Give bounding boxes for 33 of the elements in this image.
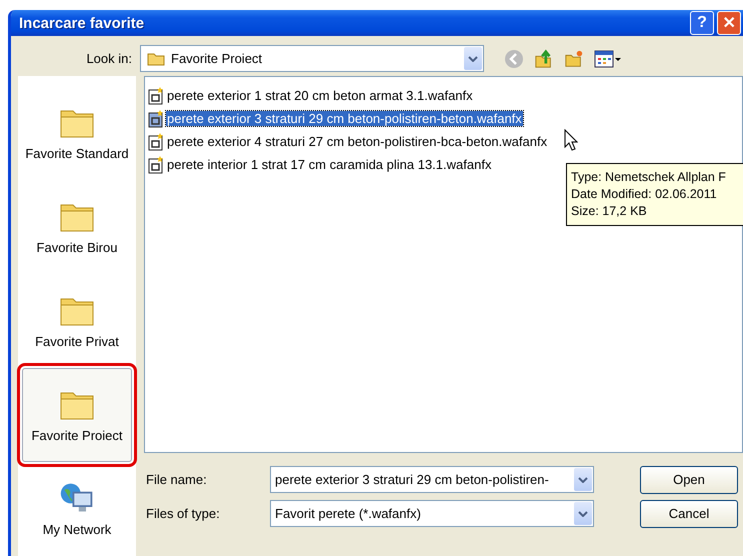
file-type-dropdown[interactable]: Favorit perete (*.wafanfx) [270,500,594,527]
file-icon [148,132,164,150]
cancel-button[interactable]: Cancel [640,500,738,528]
file-icon [148,86,164,104]
tooltip-line: Size: 17,2 KB [571,203,648,220]
places-item[interactable]: My Network [22,462,132,556]
help-button[interactable]: ? [690,11,714,35]
mouse-cursor-icon [564,129,578,151]
look-in-dropdown[interactable]: Favorite Proiect [140,45,484,72]
file-icon [148,156,164,174]
places-item[interactable]: Favorite Standard [22,86,132,180]
new-folder-icon[interactable] [564,48,584,68]
file-name-label: File name: [145,472,208,487]
file-item[interactable]: perete interior 1 strat 17 cm caramida plina 13.1.wafanfx [166,157,492,172]
folder-icon [147,52,165,66]
file-item[interactable]: perete exterior 3 straturi 29 cm beton-polistiren-beton.wafanfx [166,111,523,126]
file-icon [148,110,164,128]
places-item[interactable]: Favorite Privat [22,274,132,368]
file-name-field[interactable]: perete exterior 3 straturi 29 cm beton-polistiren- [270,466,594,493]
network-computer-icon [59,480,95,514]
file-item[interactable]: perete exterior 4 straturi 27 cm beton-polistiren-bca-beton.wafanfx [166,134,548,149]
file-item[interactable]: perete exterior 1 strat 20 cm beton armat 3.1.wafanfx [166,88,474,103]
tooltip-line: Type: Nemetschek Allplan F [571,169,727,186]
back-icon[interactable] [504,48,524,68]
view-menu-icon[interactable] [594,48,622,68]
tooltip-line: Date Modified: 02.06.2011 [571,186,718,203]
up-folder-icon[interactable] [534,48,554,68]
places-item[interactable]: Favorite Birou [22,180,132,274]
open-button[interactable]: Open [640,466,738,494]
close-button[interactable]: ✕ [717,11,741,35]
look-in-label: Look in: [85,51,133,66]
file-type-label: Files of type: [145,506,221,521]
window-title: Incarcare favorite [19,14,144,32]
